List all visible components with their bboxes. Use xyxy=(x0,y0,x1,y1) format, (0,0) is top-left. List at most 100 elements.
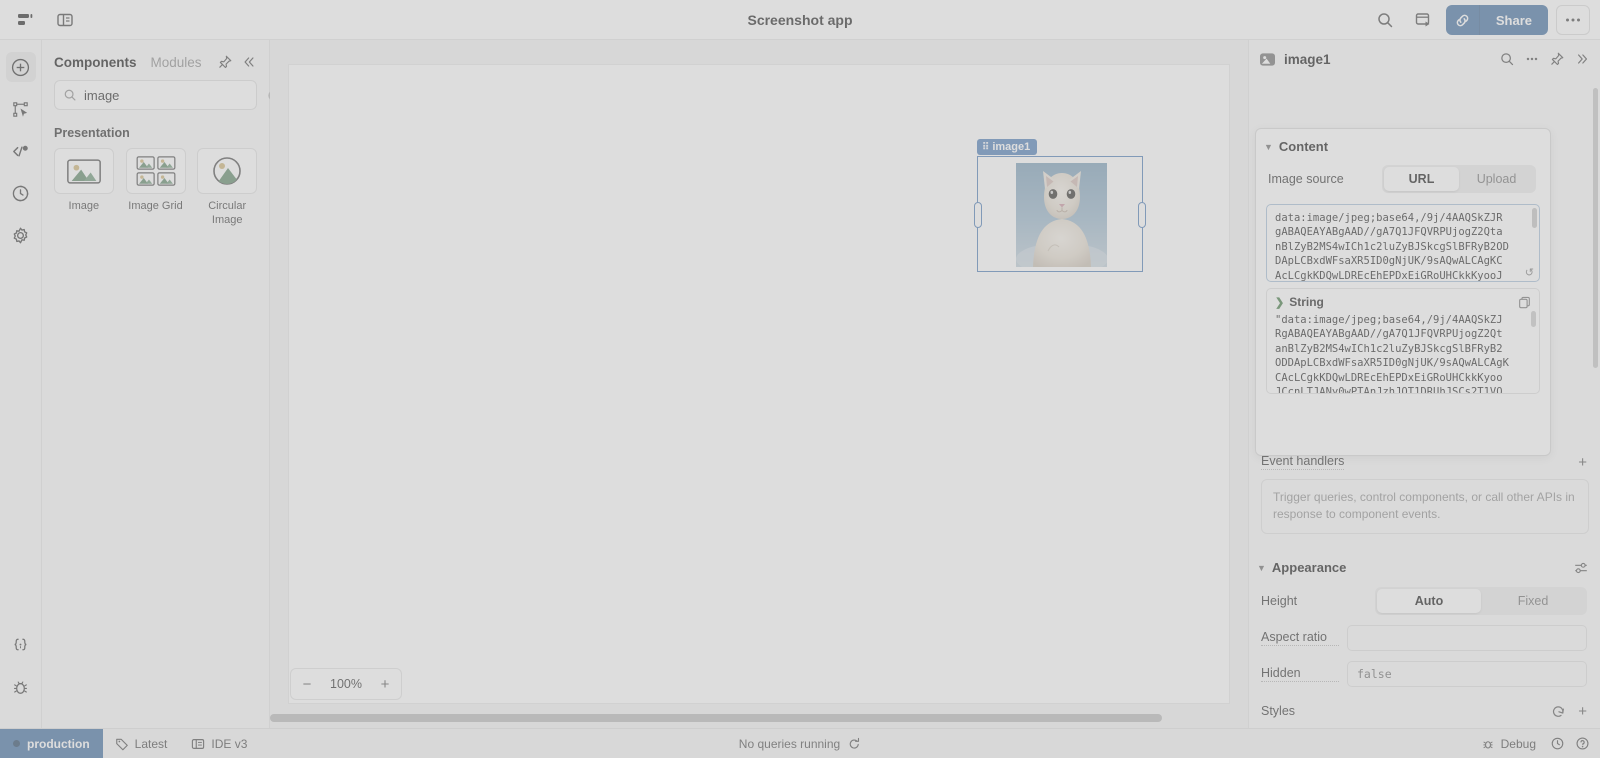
status-bar-right: Debug xyxy=(1477,736,1590,751)
component-label: Circular Image xyxy=(208,200,247,226)
caret-down-icon[interactable]: ▼ xyxy=(1264,142,1273,152)
search-icon[interactable] xyxy=(1499,51,1515,67)
source-option-upload[interactable]: Upload xyxy=(1459,167,1534,191)
component-item-circular-image[interactable]: Circular Image xyxy=(193,148,261,228)
refresh-icon[interactable] xyxy=(848,737,861,750)
image-icon xyxy=(53,148,114,194)
undo-icon[interactable]: ↺ xyxy=(1525,266,1534,279)
pin-icon[interactable] xyxy=(1549,51,1565,67)
debug-button[interactable]: Debug xyxy=(1477,737,1540,751)
debug-label: Debug xyxy=(1500,736,1536,751)
chevrons-right-icon[interactable] xyxy=(1574,51,1590,67)
chevron-right-icon[interactable]: ❯ xyxy=(1275,296,1284,309)
debug-icon xyxy=(1481,737,1495,751)
component-search[interactable] xyxy=(54,80,279,110)
components-panel: Components Modules image Presentation Im… xyxy=(42,40,279,728)
inspector-body: ▼ Content Image source URL Upload data:i… xyxy=(1249,78,1600,728)
reset-icon[interactable] xyxy=(1551,704,1566,719)
clock-history-icon[interactable] xyxy=(1550,736,1565,751)
preview-icon[interactable] xyxy=(1408,5,1438,35)
height-option-auto[interactable]: Auto xyxy=(1377,588,1481,613)
ellipsis-icon[interactable] xyxy=(1556,5,1590,35)
component-grid: Image Image Grid Circular Image xyxy=(42,148,269,228)
source-option-url[interactable]: URL xyxy=(1384,167,1459,191)
image-source-label: Image source xyxy=(1268,172,1344,186)
search-icon[interactable] xyxy=(1370,5,1400,35)
top-bar: Screenshot app Share xyxy=(0,0,1600,40)
inspector-header: image1 xyxy=(1249,40,1600,78)
gear-icon[interactable] xyxy=(6,220,36,250)
image-source-segmented-control: URL Upload xyxy=(1382,165,1536,193)
content-section-header[interactable]: ▼ Content xyxy=(1256,129,1550,160)
hidden-label: Hidden xyxy=(1261,666,1339,682)
panel-layout-icon xyxy=(191,737,205,751)
curly-braces-icon[interactable] xyxy=(6,630,36,660)
inspector-component-name: image1 xyxy=(1284,51,1331,67)
inspector-scrollbar-thumb[interactable] xyxy=(1593,88,1598,368)
tab-modules[interactable]: Modules xyxy=(151,55,202,70)
height-option-fixed[interactable]: Fixed xyxy=(1481,589,1585,613)
ellipsis-icon[interactable] xyxy=(1524,51,1540,67)
component-label: Image xyxy=(68,200,100,212)
appearance-section-header[interactable]: ▼ Appearance xyxy=(1249,550,1600,582)
app-root: Screenshot app Share Components Modules … xyxy=(0,0,1600,758)
copy-icon[interactable] xyxy=(1518,296,1531,309)
image-grid-icon xyxy=(125,148,186,194)
resize-handle-left[interactable] xyxy=(974,202,982,228)
zoom-out-button[interactable]: − xyxy=(297,676,317,693)
version-label: Latest xyxy=(134,736,168,751)
preview-scrollbar-thumb[interactable] xyxy=(1531,311,1536,327)
sliders-icon[interactable] xyxy=(1573,560,1589,576)
canvas-area[interactable]: ⠿ image1 − 100% + xyxy=(270,40,1248,728)
caret-down-icon[interactable]: ▼ xyxy=(1257,563,1266,573)
canvas-sheet[interactable]: ⠿ image1 xyxy=(288,64,1230,704)
environment-selector[interactable]: production xyxy=(0,728,103,758)
value-type-label: String xyxy=(1289,295,1324,309)
version-selector[interactable]: Latest xyxy=(103,737,180,751)
ide-version-item[interactable]: IDE v3 xyxy=(179,737,259,751)
canvas-horizontal-scrollbar[interactable] xyxy=(270,714,1248,722)
hidden-row: Hidden false xyxy=(1249,656,1600,692)
editor-scrollbar-thumb[interactable] xyxy=(1532,208,1537,228)
tab-components[interactable]: Components xyxy=(54,55,137,70)
code-brackets-icon[interactable] xyxy=(6,136,36,166)
add-style-button[interactable]: + xyxy=(1578,704,1587,719)
height-row: Height Auto Fixed xyxy=(1249,582,1600,620)
component-item-image-grid[interactable]: Image Grid xyxy=(122,148,190,228)
content-section-card: ▼ Content Image source URL Upload data:i… xyxy=(1255,128,1551,456)
plus-circle-icon[interactable] xyxy=(5,52,36,82)
pin-icon[interactable] xyxy=(217,54,233,70)
selection-badge[interactable]: ⠿ image1 xyxy=(977,139,1038,155)
image-url-value[interactable]: data:image/jpeg;base64,/9j/4AAQSkZJR gAB… xyxy=(1275,211,1531,281)
hidden-input[interactable]: false xyxy=(1347,660,1587,687)
aspect-ratio-input[interactable] xyxy=(1347,624,1587,651)
node-select-icon[interactable] xyxy=(6,94,36,124)
height-label: Height xyxy=(1261,593,1298,608)
tag-icon xyxy=(115,737,129,751)
environment-dot-icon xyxy=(13,740,20,747)
selected-image-component[interactable] xyxy=(974,156,1146,272)
chevrons-left-icon[interactable] xyxy=(241,54,257,70)
content-section-title: Content xyxy=(1278,139,1329,154)
share-button[interactable]: Share xyxy=(1479,5,1548,35)
component-item-image[interactable]: Image xyxy=(50,148,118,228)
search-icon xyxy=(63,88,77,102)
apps-menu-icon[interactable] xyxy=(8,5,42,35)
zoom-control: − 100% + xyxy=(290,668,402,700)
zoom-level: 100% xyxy=(330,677,362,691)
add-event-handler-button[interactable]: + xyxy=(1578,455,1587,470)
value-preview: ❯ String "data:image/jpeg;base64,/9j/4AA… xyxy=(1266,288,1540,394)
help-circle-icon[interactable] xyxy=(1575,736,1590,751)
image-url-editor[interactable]: data:image/jpeg;base64,/9j/4AAQSkZJR gAB… xyxy=(1266,204,1540,282)
panel-layout-icon[interactable] xyxy=(48,5,82,35)
bug-icon[interactable] xyxy=(6,672,36,702)
resize-handle-right[interactable] xyxy=(1138,202,1146,228)
link-icon[interactable] xyxy=(1445,5,1480,35)
ide-label: IDE v3 xyxy=(211,736,248,751)
clock-history-icon[interactable] xyxy=(6,178,36,208)
event-handlers-label: Event handlers xyxy=(1261,454,1345,470)
zoom-in-button[interactable]: + xyxy=(375,676,395,693)
image-preview xyxy=(1016,163,1107,267)
search-input[interactable] xyxy=(84,87,260,103)
scrollbar-thumb[interactable] xyxy=(270,714,1162,722)
